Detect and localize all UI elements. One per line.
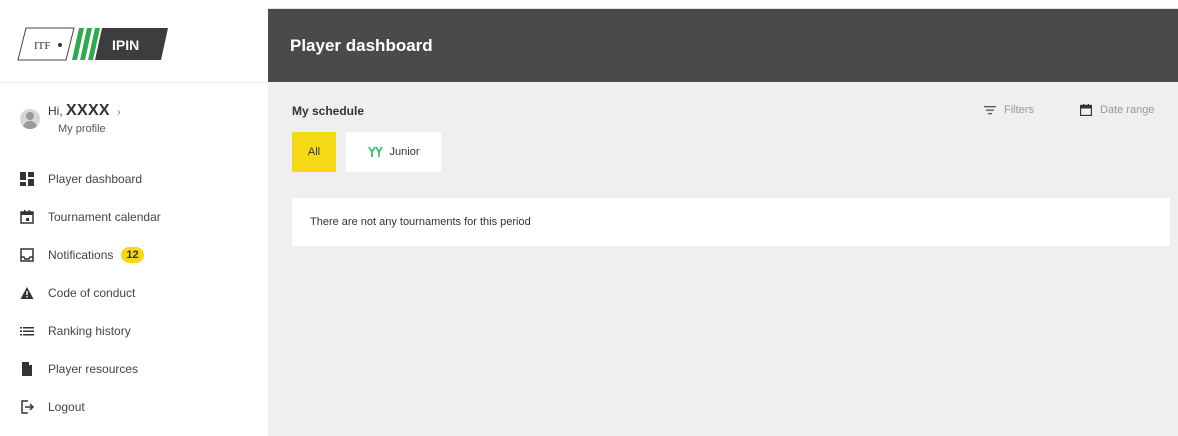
sidebar-item-label: Tournament calendar [48, 210, 161, 224]
sidebar-item-label: Code of conduct [48, 286, 136, 300]
itf-ipin-logo[interactable]: ITF IPIN [16, 24, 176, 64]
sidebar-item-player-resources[interactable]: Player resources [20, 350, 260, 388]
page-header: Player dashboard [268, 9, 1178, 82]
sidebar-item-logout[interactable]: Logout [20, 388, 260, 426]
sidebar-item-label: Player resources [48, 362, 139, 376]
greeting-text: Hi, [48, 104, 63, 118]
sidebar-item-tournament-calendar[interactable]: Tournament calendar [20, 198, 260, 236]
inbox-icon [20, 248, 34, 262]
logo-ipin-text: IPIN [112, 37, 139, 53]
sidebar: ITF IPIN Hi, XXXX › My profile Player da… [0, 0, 268, 436]
junior-icon [367, 146, 384, 158]
date-range-label: Date range [1100, 104, 1155, 116]
document-icon [20, 362, 34, 376]
profile-greeting: Hi, XXXX › [48, 102, 121, 120]
sidebar-item-label: Logout [48, 400, 85, 414]
logo-graphic: ITF IPIN [17, 27, 168, 61]
sidebar-item-label: Notifications [48, 248, 114, 262]
filters-label: Filters [1004, 104, 1034, 116]
sidebar-item-ranking-history[interactable]: Ranking history [20, 312, 260, 350]
main-content: My schedule Filters Date range All Junio… [268, 82, 1178, 436]
warning-icon [20, 286, 34, 300]
sidebar-item-label: Ranking history [48, 324, 131, 338]
user-name: XXXX [66, 102, 110, 119]
my-profile-link[interactable]: My profile [58, 123, 106, 135]
sidebar-item-code-of-conduct[interactable]: Code of conduct [20, 274, 260, 312]
date-range-button[interactable]: Date range [1080, 104, 1154, 116]
tab-junior[interactable]: Junior [346, 132, 441, 172]
sidebar-item-label: Player dashboard [48, 172, 143, 186]
tab-junior-label: Junior [389, 146, 420, 158]
empty-message: There are not any tournaments for this p… [310, 216, 531, 228]
sidebar-nav: Player dashboard Tournament calendar Not… [20, 160, 260, 426]
tab-all[interactable]: All [292, 132, 336, 172]
chevron-right-icon: › [117, 107, 121, 118]
filters-button[interactable]: Filters [984, 104, 1034, 116]
notifications-count-badge: 12 [121, 247, 144, 263]
calendar-icon [1080, 104, 1092, 116]
sidebar-item-player-dashboard[interactable]: Player dashboard [20, 160, 260, 198]
avatar [20, 109, 40, 129]
sidebar-item-notifications[interactable]: Notifications 12 [20, 236, 260, 274]
logout-icon [20, 400, 34, 414]
schedule-title: My schedule [292, 104, 365, 118]
list-icon [20, 324, 34, 338]
user-profile[interactable]: Hi, XXXX › My profile [20, 96, 260, 144]
page-title: Player dashboard [290, 36, 433, 55]
logo-divider [0, 82, 268, 83]
empty-schedule-box: There are not any tournaments for this p… [292, 198, 1170, 246]
logo-itf-text: ITF [34, 40, 51, 52]
filter-icon [984, 106, 996, 115]
calendar-icon [20, 210, 34, 224]
dashboard-icon [20, 172, 34, 186]
